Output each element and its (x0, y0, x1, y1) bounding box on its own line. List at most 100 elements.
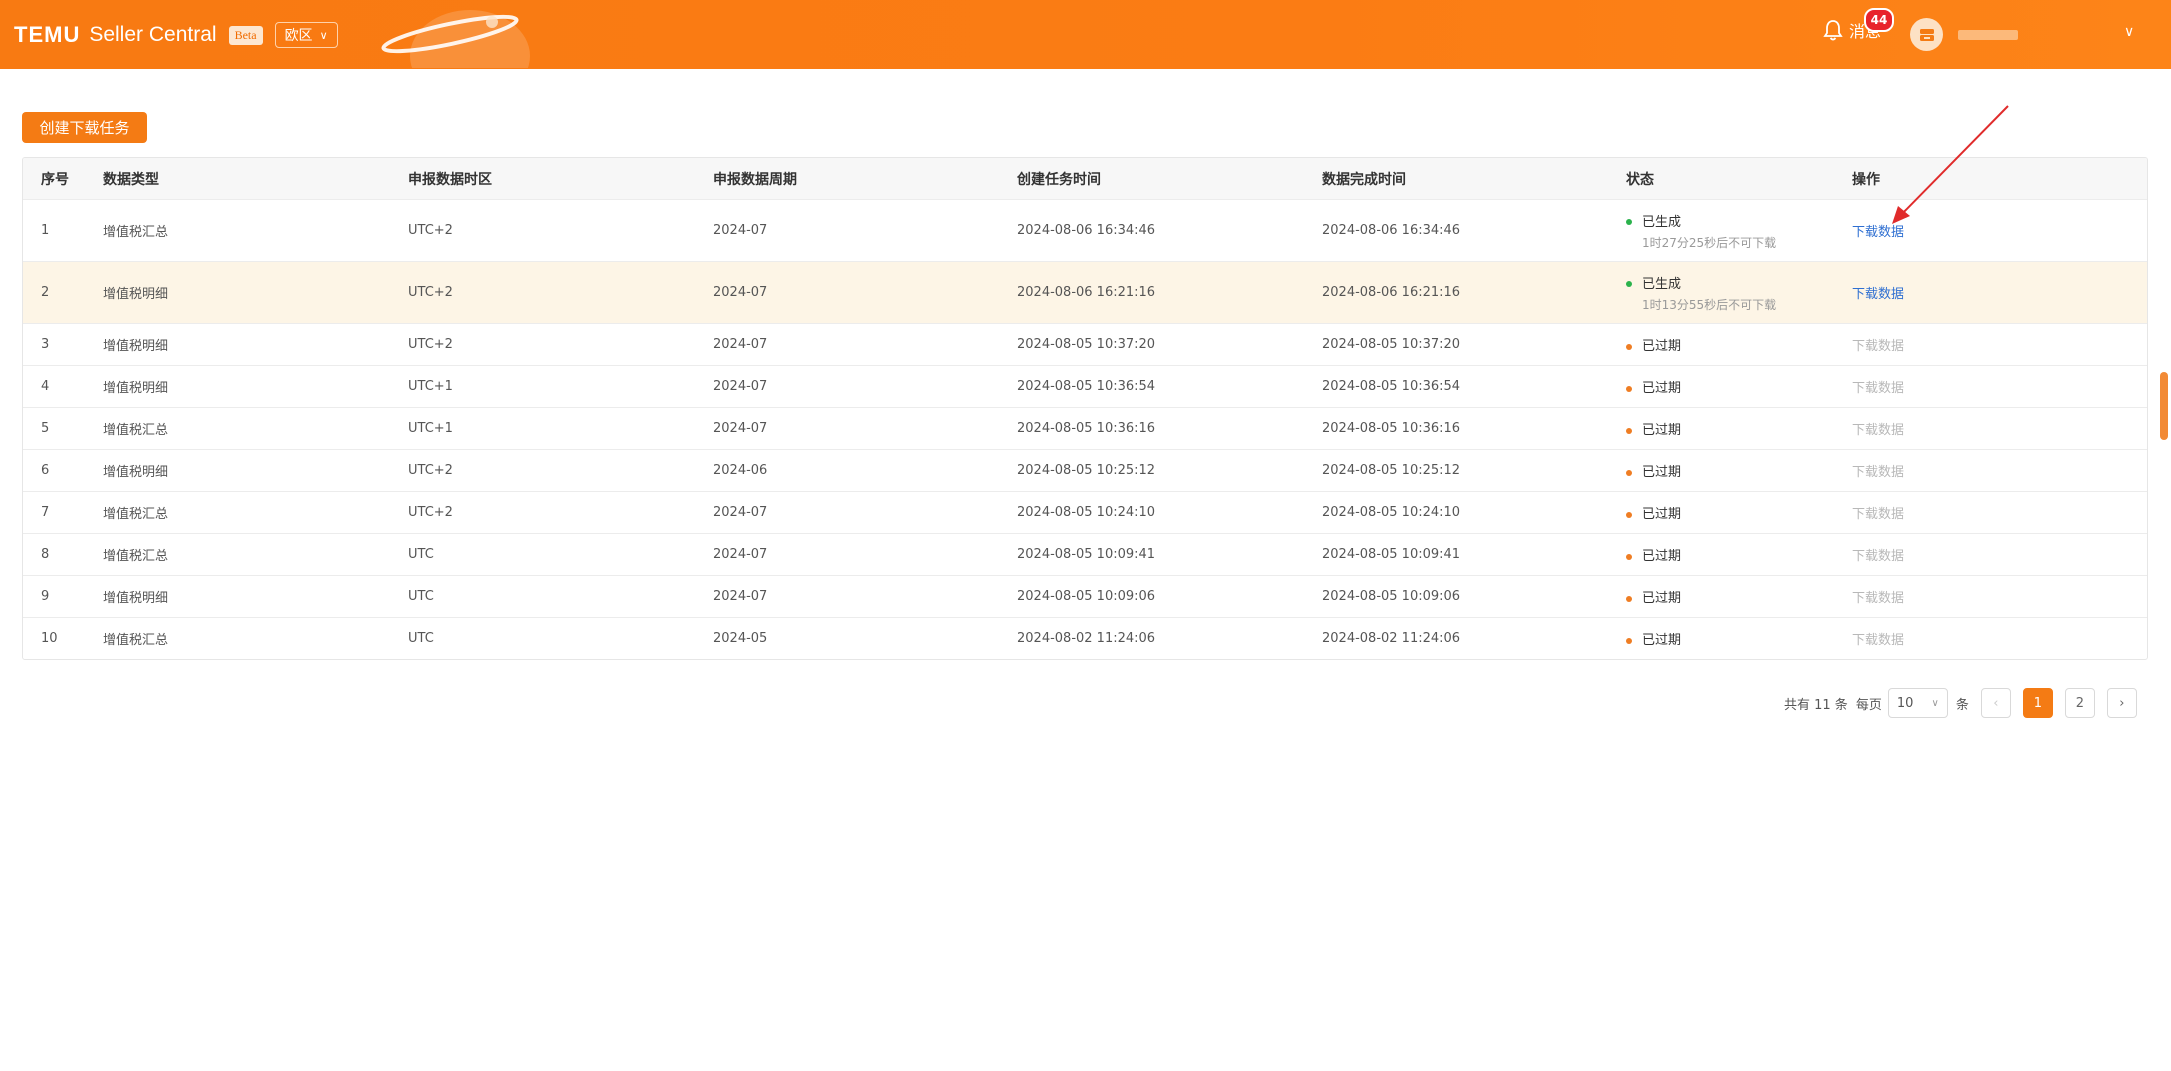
brand[interactable]: TEMU Seller Central Beta 欧区 ∨ (14, 21, 338, 49)
chevron-right-icon: › (2119, 695, 2125, 711)
row-timezone: UTC (394, 575, 699, 618)
col-header-completed: 数据完成时间 (1308, 158, 1612, 200)
region-select[interactable]: 欧区 ∨ (274, 22, 338, 48)
per-page-select[interactable]: 10 ∨ (1887, 688, 1948, 718)
row-data-type: 增值税汇总 (89, 199, 394, 262)
page-button-1[interactable]: 1 (2022, 688, 2053, 718)
row-index: 4 (23, 365, 89, 408)
table-row: 9 增值税明细 UTC 2024-07 2024-08-05 10:09:06 2024-… (23, 575, 2147, 618)
col-header-period: 申报数据周期 (699, 158, 1003, 200)
status-dot-icon (1626, 385, 1632, 392)
row-timezone: UTC (408, 631, 434, 646)
status-countdown: 1时27分25秒后不可下载 (1642, 235, 1777, 250)
beta-badge: Beta (228, 25, 263, 45)
row-data-type: 增值税汇总 (89, 533, 394, 576)
row-created-time: 2024-08-05 10:37:20 (1003, 323, 1308, 366)
row-created-time: 2024-08-05 10:09:06 (1003, 575, 1308, 618)
table-row: 2 增值税明细 UTC+2 2024-07 2024-08-06 16:21:16 202… (23, 261, 2147, 324)
table-header-row: 序号 数据类型 申报数据时区 申报数据周期 创建任务时间 数据完成时间 状态 操… (23, 158, 2147, 200)
row-completed-time: 2024-08-05 10:24:10 (1308, 491, 1612, 534)
row-index: 2 (23, 261, 89, 324)
row-action: 下载数据 (1838, 533, 2147, 576)
row-data-type: 增值税汇总 (103, 633, 169, 648)
table-row: 4 增值税明细 UTC+1 2024-07 2024-08-05 10:36:54 202… (23, 365, 2147, 408)
row-timezone: UTC+2 (394, 199, 699, 262)
row-action: 下载数据 (1838, 407, 2147, 450)
row-status: 已过期 (1612, 365, 1838, 408)
row-created-time: 2024-08-05 10:24:10 (1003, 491, 1308, 534)
row-status: 已过期 (1612, 407, 1838, 450)
row-status: 已过期 (1612, 491, 1838, 534)
download-data-link: 下载数据 (1852, 507, 1905, 522)
avatar[interactable] (1910, 18, 1943, 51)
row-data-type: 增值税汇总 (89, 491, 394, 534)
prev-page-button[interactable]: ‹ (1980, 688, 2011, 718)
download-data-link: 下载数据 (1852, 465, 1905, 480)
next-page-button[interactable]: › (2106, 688, 2137, 718)
row-data-type: 增值税明细 (89, 575, 394, 618)
table-row: 10 增值税汇总 UTC 2024-05 2024-08-02 11:24:06 2024… (23, 618, 2147, 660)
download-data-link: 下载数据 (1852, 381, 1905, 396)
row-timezone: UTC+2 (394, 491, 699, 534)
row-period: 2024-07 (699, 199, 1003, 262)
download-data-link: 下载数据 (1852, 339, 1905, 354)
col-header-type: 数据类型 (89, 158, 394, 200)
download-data-link: 下载数据 (1852, 633, 1905, 648)
row-data-type: 增值税明细 (89, 261, 394, 324)
chevron-down-icon[interactable]: ∨ (2124, 24, 2134, 40)
row-index: 10 (41, 631, 58, 646)
status-dot-icon (1626, 219, 1632, 225)
messages-button[interactable]: 消息 44 (1823, 8, 1894, 42)
create-download-task-button[interactable]: 创建下载任务 (22, 112, 147, 143)
store-icon (1919, 28, 1934, 41)
row-created-time: 2024-08-02 11:24:06 (1017, 631, 1156, 646)
per-page-label: 每页 (1855, 697, 1882, 713)
row-action: 下载数据 (1838, 575, 2147, 618)
row-timezone: UTC+2 (394, 261, 699, 324)
col-header-index: 序号 (23, 158, 89, 200)
status-dot-icon (1626, 427, 1632, 434)
page-button-2[interactable]: 2 (2064, 688, 2095, 718)
row-period: 2024-07 (699, 491, 1003, 534)
row-period: 2024-07 (699, 261, 1003, 324)
row-index: 8 (23, 533, 89, 576)
table-row: 1 增值税汇总 UTC+2 2024-07 2024-08-06 16:34:46 202… (23, 199, 2147, 262)
row-status: 已过期 (1612, 575, 1838, 618)
status-label: 已过期 (1642, 507, 1682, 522)
row-status: 已生成 1时13分55秒后不可下载 (1612, 261, 1838, 324)
table-row: 8 增值税汇总 UTC 2024-07 2024-08-05 10:09:41 2024-… (23, 533, 2147, 576)
row-completed-time: 2024-08-06 16:21:16 (1308, 261, 1612, 324)
row-timezone: UTC+1 (394, 407, 699, 450)
row-status: 已过期 (1612, 323, 1838, 366)
chevron-down-icon: ∨ (1931, 697, 1939, 709)
download-data-link: 下载数据 (1852, 423, 1905, 438)
status-countdown: 1时13分55秒后不可下载 (1642, 297, 1777, 312)
status-dot-icon (1626, 469, 1632, 476)
status-dot-icon (1626, 281, 1632, 287)
download-data-link: 下载数据 (1852, 591, 1905, 606)
row-index: 1 (23, 199, 89, 262)
status-label: 已过期 (1642, 549, 1682, 564)
row-timezone: UTC+2 (394, 449, 699, 492)
row-period: 2024-07 (699, 575, 1003, 618)
row-action: 下载数据 (1838, 618, 2147, 660)
row-period: 2024-07 (699, 407, 1003, 450)
status-label: 已生成 (1642, 214, 1682, 230)
status-label: 已生成 (1642, 276, 1682, 292)
row-period: 2024-07 (699, 323, 1003, 366)
chevron-down-icon: ∨ (319, 28, 328, 42)
row-completed-time: 2024-08-05 10:37:20 (1308, 323, 1612, 366)
page-scrollbar[interactable] (2160, 372, 2168, 440)
per-page-value: 10 (1896, 695, 1914, 711)
row-created-time: 2024-08-05 10:25:12 (1003, 449, 1308, 492)
table-row: 6 增值税明细 UTC+2 2024-06 2024-08-05 10:25:12 202… (23, 449, 2147, 492)
row-timezone: UTC (394, 533, 699, 576)
download-data-link[interactable]: 下载数据 (1852, 287, 1904, 302)
col-header-timezone: 申报数据时区 (394, 158, 699, 200)
globe-decoration-icon (381, 10, 530, 68)
row-period: 2024-07 (699, 533, 1003, 576)
brand-logo[interactable]: TEMU (14, 22, 80, 48)
row-created-time: 2024-08-05 10:36:54 (1003, 365, 1308, 408)
per-page-unit: 条 (1955, 697, 1969, 713)
status-dot-icon (1626, 553, 1632, 560)
